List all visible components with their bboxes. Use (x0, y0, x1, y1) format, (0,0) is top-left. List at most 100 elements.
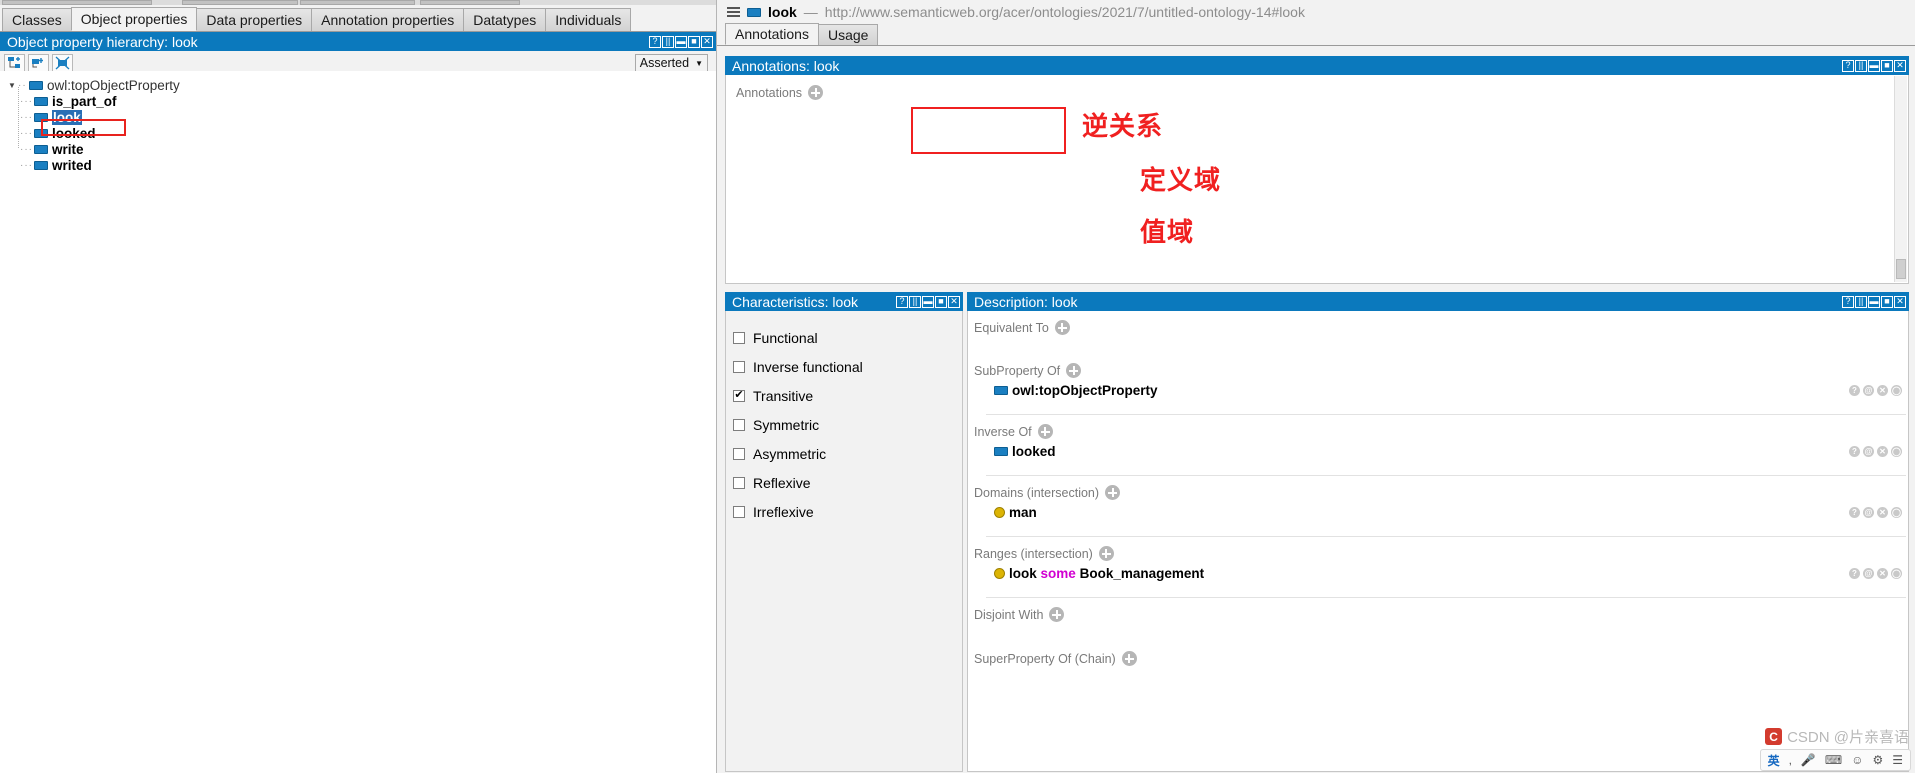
tab-annotation-properties[interactable]: Annotation properties (311, 8, 465, 31)
tab-object-properties[interactable]: Object properties (70, 7, 198, 31)
ime-tools-icon[interactable]: ⚙ (1872, 753, 1883, 767)
row-buttons[interactable]: ? @ ✕ ◯ (1849, 507, 1902, 518)
tab-data-properties[interactable]: Data properties (196, 8, 313, 31)
characteristic-reflexive[interactable]: Reflexive (726, 468, 962, 497)
plus-icon[interactable] (1049, 607, 1065, 622)
minimize-icon[interactable]: ▬ (1868, 59, 1880, 72)
ime-language-label[interactable]: 英 (1768, 752, 1780, 769)
tree-node-writed[interactable]: ··· writed (6, 157, 716, 173)
row-buttons[interactable]: ? @ ✕ ◯ (1849, 385, 1902, 396)
delete-icon[interactable]: ✕ (1877, 446, 1888, 457)
tree-node-write[interactable]: ··· write (6, 141, 716, 157)
plus-icon[interactable] (808, 85, 824, 100)
description-row[interactable]: man ? @ ✕ ◯ (974, 503, 1908, 522)
tab-usage[interactable]: Usage (817, 24, 879, 45)
delete-property-icon[interactable] (52, 53, 73, 73)
split-icon[interactable]: || (662, 35, 674, 48)
plus-icon[interactable] (1054, 320, 1070, 335)
asserted-view-select[interactable]: Asserted ▼ (634, 54, 708, 72)
panel-window-buttons[interactable]: ? || ▬ ■ ✕ (1842, 295, 1909, 308)
ime-settings-icon[interactable]: ☰ (1892, 753, 1903, 767)
ime-keyboard-icon[interactable]: ⌨ (1825, 753, 1842, 767)
checkbox-functional[interactable] (733, 331, 745, 344)
main-tabstrip[interactable]: Classes Object properties Data propertie… (0, 5, 716, 32)
characteristic-inverse-functional[interactable]: Inverse functional (726, 352, 962, 381)
characteristic-asymmetric[interactable]: Asymmetric (726, 439, 962, 468)
edit-icon[interactable]: ◯ (1891, 446, 1902, 457)
tab-classes[interactable]: Classes (2, 8, 72, 31)
explain-icon[interactable]: ? (1849, 385, 1860, 396)
description-row[interactable]: look some Book_management ? @ ✕ ◯ (974, 564, 1908, 583)
panel-window-buttons[interactable]: ? || ▬ ■ ✕ (649, 35, 716, 48)
tab-annotations[interactable]: Annotations (725, 23, 819, 45)
description-row[interactable]: looked ? @ ✕ ◯ (974, 442, 1908, 461)
close-icon[interactable]: ✕ (948, 295, 960, 308)
row-buttons[interactable]: ? @ ✕ ◯ (1849, 568, 1902, 579)
ime-punctuation-icon[interactable]: , (1789, 753, 1792, 767)
plus-icon[interactable] (1037, 424, 1053, 439)
close-icon[interactable]: ✕ (1894, 59, 1906, 72)
hamburger-icon[interactable] (727, 7, 740, 17)
tab-individuals[interactable]: Individuals (545, 8, 632, 31)
checkbox-inverse-functional[interactable] (733, 360, 745, 373)
ime-toolbar[interactable]: 英 , 🎤 ⌨ ☺ ⚙ ☰ (1759, 749, 1911, 771)
close-icon[interactable]: ✕ (701, 35, 713, 48)
panel-window-buttons[interactable]: ? || ▬ ■ ✕ (1842, 59, 1909, 72)
maximize-icon[interactable]: ■ (688, 35, 700, 48)
explain-icon[interactable]: ? (1849, 507, 1860, 518)
row-buttons[interactable]: ? @ ✕ ◯ (1849, 446, 1902, 457)
description-row[interactable]: owl:topObjectProperty ? @ ✕ ◯ (974, 381, 1908, 400)
add-sibling-icon[interactable] (4, 53, 25, 73)
maximize-icon[interactable]: ■ (935, 295, 947, 308)
checkbox-irreflexive[interactable] (733, 505, 745, 518)
checkbox-asymmetric[interactable] (733, 447, 745, 460)
scrollbar-thumb[interactable] (1896, 259, 1906, 279)
help-icon[interactable]: ? (896, 295, 908, 308)
delete-icon[interactable]: ✕ (1877, 568, 1888, 579)
checkbox-reflexive[interactable] (733, 476, 745, 489)
annotate-icon[interactable]: @ (1863, 507, 1874, 518)
maximize-icon[interactable]: ■ (1881, 295, 1893, 308)
maximize-icon[interactable]: ■ (1881, 59, 1893, 72)
explain-icon[interactable]: ? (1849, 568, 1860, 579)
delete-icon[interactable]: ✕ (1877, 507, 1888, 518)
minimize-icon[interactable]: ▬ (1868, 295, 1880, 308)
split-icon[interactable]: || (909, 295, 921, 308)
minimize-icon[interactable]: ▬ (675, 35, 687, 48)
plus-icon[interactable] (1121, 651, 1137, 666)
plus-icon[interactable] (1066, 363, 1082, 378)
explain-icon[interactable]: ? (1849, 446, 1860, 457)
annotate-icon[interactable]: @ (1863, 568, 1874, 579)
characteristic-functional[interactable]: Functional (726, 323, 962, 352)
tree-node-is-part-of[interactable]: ··· is_part_of (6, 93, 716, 109)
help-icon[interactable]: ? (1842, 295, 1854, 308)
tree-node-owl-topobjectproperty[interactable]: ▼ ·· owl:topObjectProperty (6, 77, 716, 93)
annotate-icon[interactable]: @ (1863, 385, 1874, 396)
help-icon[interactable]: ? (1842, 59, 1854, 72)
add-child-icon[interactable] (28, 53, 49, 73)
edit-icon[interactable]: ◯ (1891, 568, 1902, 579)
plus-icon[interactable] (1105, 485, 1121, 500)
ime-emoji-icon[interactable]: ☺ (1851, 753, 1863, 767)
characteristic-irreflexive[interactable]: Irreflexive (726, 497, 962, 526)
characteristic-symmetric[interactable]: Symmetric (726, 410, 962, 439)
object-property-tree[interactable]: ▼ ·· owl:topObjectProperty ··· is_part_o… (0, 71, 716, 773)
help-icon[interactable]: ? (649, 35, 661, 48)
delete-icon[interactable]: ✕ (1877, 385, 1888, 396)
characteristic-transitive[interactable]: Transitive (726, 381, 962, 410)
checkbox-symmetric[interactable] (733, 418, 745, 431)
checkbox-transitive[interactable] (733, 389, 745, 402)
split-icon[interactable]: || (1855, 295, 1867, 308)
entity-subtabs[interactable]: Annotations Usage (717, 23, 1915, 46)
edit-icon[interactable]: ◯ (1891, 507, 1902, 518)
plus-icon[interactable] (1098, 546, 1114, 561)
close-icon[interactable]: ✕ (1894, 295, 1906, 308)
expand-triangle-icon[interactable]: ▼ (6, 81, 18, 90)
tab-datatypes[interactable]: Datatypes (463, 8, 547, 31)
panel-window-buttons[interactable]: ? || ▬ ■ ✕ (896, 295, 963, 308)
ime-mic-icon[interactable]: 🎤 (1801, 753, 1816, 767)
annotate-icon[interactable]: @ (1863, 446, 1874, 457)
split-icon[interactable]: || (1855, 59, 1867, 72)
edit-icon[interactable]: ◯ (1891, 385, 1902, 396)
annotations-scrollbar[interactable] (1894, 76, 1907, 282)
